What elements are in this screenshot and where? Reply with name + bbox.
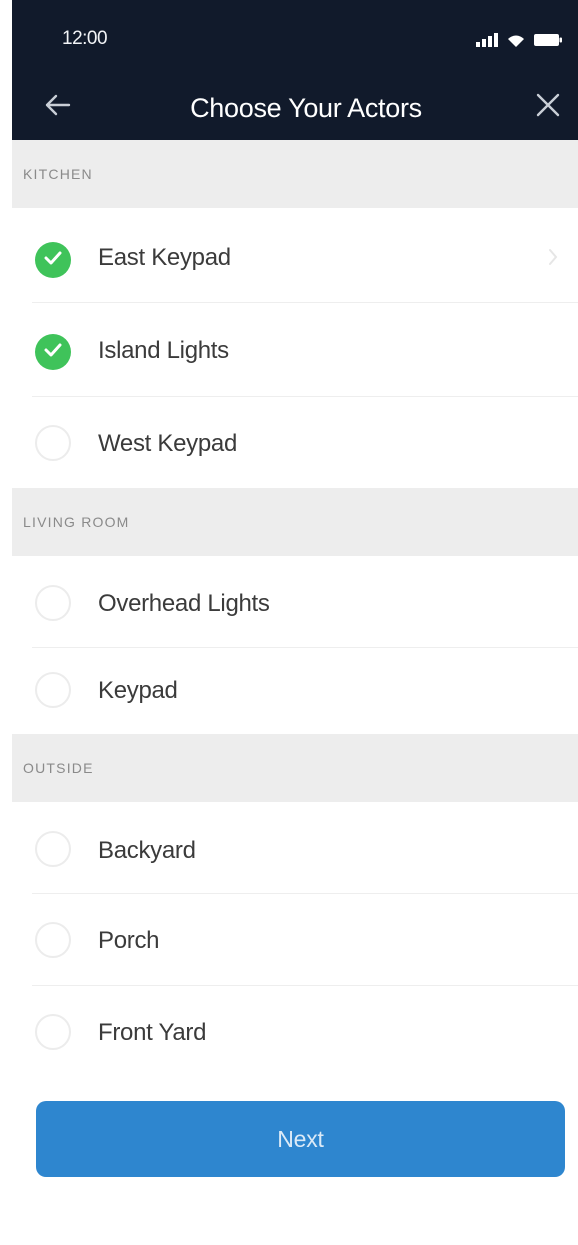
list-item-east-keypad[interactable]: East Keypad xyxy=(12,208,578,303)
close-icon xyxy=(535,92,561,123)
list-item-west-keypad[interactable]: West Keypad xyxy=(12,397,578,488)
list-item-label: Keypad xyxy=(98,677,178,704)
checkbox-west-keypad[interactable] xyxy=(35,425,71,461)
checkbox-porch[interactable] xyxy=(35,922,71,958)
status-time: 12:00 xyxy=(62,28,108,49)
wifi-icon xyxy=(506,33,526,48)
list-item-label: Porch xyxy=(98,927,160,954)
page-title: Choose Your Actors xyxy=(190,93,422,123)
section-header-outside: OUTSIDE xyxy=(12,734,578,802)
list-item-label: Backyard xyxy=(98,837,196,864)
list-item-label: Island Lights xyxy=(98,337,229,364)
section-header-living-room: LIVING ROOM xyxy=(12,488,578,556)
checkbox-keypad[interactable] xyxy=(35,672,71,708)
list-item-label: Front Yard xyxy=(98,1019,207,1046)
list-item-keypad[interactable]: Keypad xyxy=(12,648,578,734)
checkbox-front-yard[interactable] xyxy=(35,1014,71,1050)
status-icons xyxy=(476,30,562,50)
checkbox-overhead-lights[interactable] xyxy=(35,585,71,621)
checkbox-backyard[interactable] xyxy=(35,831,71,867)
list-item-label: Overhead Lights xyxy=(98,590,270,617)
checkmark-icon xyxy=(43,342,63,363)
screen-margin xyxy=(0,0,12,1245)
list-item-backyard[interactable]: Backyard xyxy=(12,802,578,894)
checkmark-icon xyxy=(43,250,63,271)
checkbox-east-keypad[interactable] xyxy=(35,242,71,278)
list-item-label: West Keypad xyxy=(98,430,238,457)
section-header-kitchen: KITCHEN xyxy=(12,140,578,208)
signal-icon xyxy=(476,33,498,47)
close-button[interactable] xyxy=(530,89,566,125)
list-item-front-yard[interactable]: Front Yard xyxy=(12,986,578,1078)
next-button[interactable]: Next xyxy=(36,1101,565,1177)
list-item-island-lights[interactable]: Island Lights xyxy=(12,303,578,397)
top-bar: 12:00 Choose Your Actors xyxy=(12,0,578,140)
list-item-porch[interactable]: Porch xyxy=(12,894,578,986)
list-item-overhead-lights[interactable]: Overhead Lights xyxy=(12,556,578,648)
list-item-label: East Keypad xyxy=(98,244,231,271)
chevron-right-icon xyxy=(546,246,560,268)
battery-icon xyxy=(534,33,562,47)
checkbox-island-lights[interactable] xyxy=(35,334,71,370)
phone-screen: 12:00 Choose Your Actors KITCHEN East Ke… xyxy=(12,0,578,1245)
